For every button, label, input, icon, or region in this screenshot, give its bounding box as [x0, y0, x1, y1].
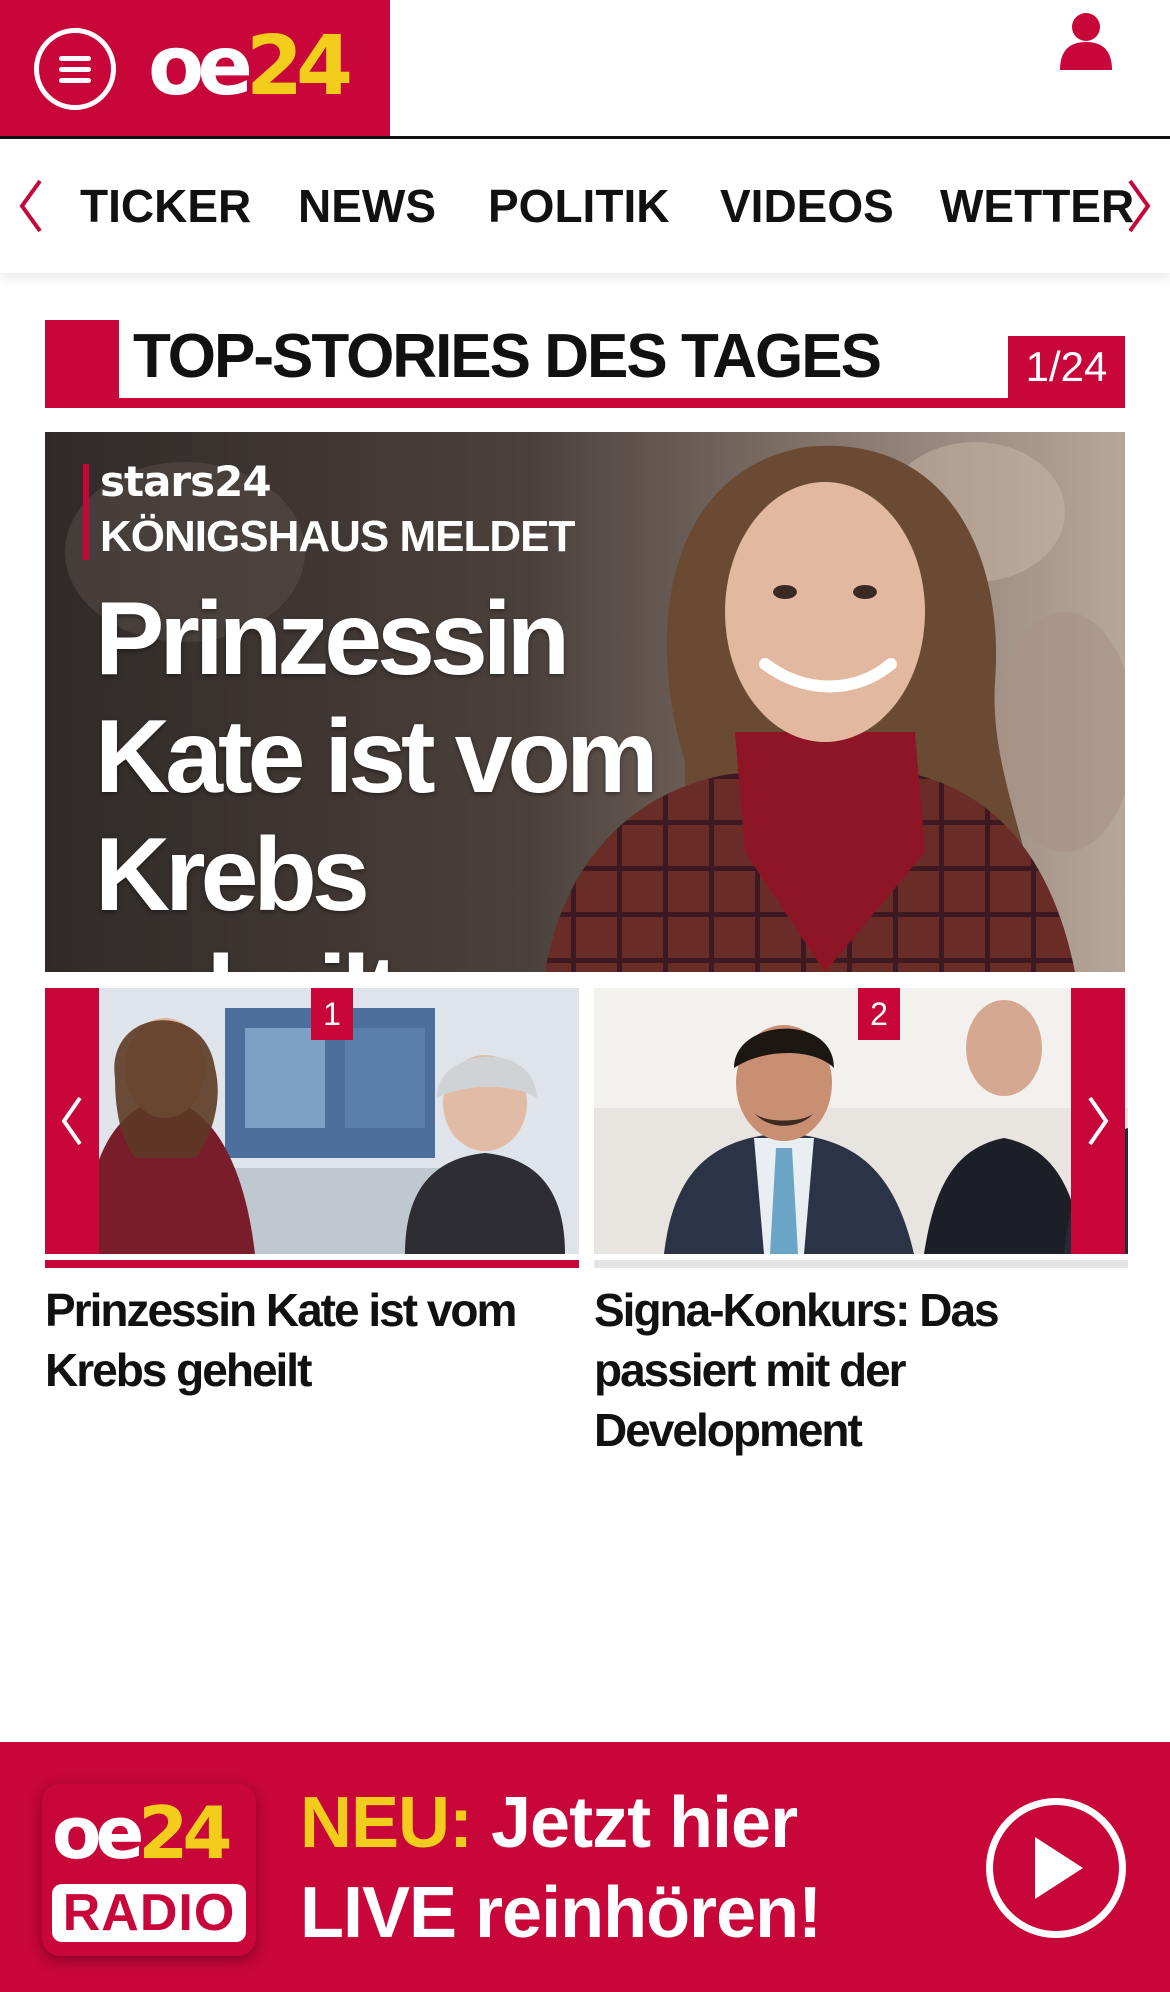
site-header: oe24 [0, 0, 1170, 139]
brand-block: oe24 [0, 0, 390, 136]
section-title: TOP-STORIES DES TAGES [133, 322, 882, 391]
radio-logo[interactable]: oe24 RADIO [42, 1784, 256, 1956]
logo-oe: oe [148, 19, 253, 114]
section-marker [45, 320, 119, 408]
chevron-right-icon [1088, 1096, 1109, 1146]
nav-item-politik[interactable]: POLITIK [488, 179, 669, 233]
story-card[interactable]: 2 Signa-Konkurs: Das passiert mit der De… [594, 988, 1128, 1460]
chevron-right-icon[interactable] [1124, 177, 1154, 235]
story-thumbnail[interactable]: 2 [594, 988, 1128, 1254]
story-number: 2 [858, 988, 900, 1040]
radio-line1: Jetzt hier [491, 1783, 798, 1863]
radio-promo-line1: NEU: Jetzt hier [300, 1778, 821, 1868]
radio-logo-24: 24 [138, 1791, 232, 1875]
play-icon[interactable] [986, 1798, 1126, 1938]
hamburger-menu-icon[interactable] [34, 28, 116, 110]
radio-logo-oe: oe [52, 1791, 144, 1875]
active-indicator [45, 1260, 579, 1268]
radio-neu-label: NEU: [300, 1783, 473, 1863]
chevron-left-icon [61, 1096, 82, 1146]
radio-logo-label: RADIO [52, 1884, 246, 1942]
story-number: 1 [311, 988, 353, 1040]
hero-story[interactable]: stars24 KÖNIGSHAUS MELDET Prinzessin Kat… [45, 432, 1125, 972]
hero-headline[interactable]: Prinzessin Kate ist vom Krebs geheilt [95, 580, 658, 972]
nav-item-wetter[interactable]: WETTER [940, 179, 1134, 233]
carousel-prev-button[interactable] [45, 988, 99, 1254]
hero-kicker: KÖNIGSHAUS MELDET [100, 512, 575, 561]
story-thumbnail[interactable]: 1 [45, 988, 579, 1254]
radio-promo-text[interactable]: NEU: Jetzt hier LIVE reinhören! [300, 1778, 822, 1958]
hero-brand: stars24 [100, 457, 272, 506]
category-nav: TICKER NEWS POLITIK VIDEOS WETTER [0, 139, 1170, 273]
carousel-next-button[interactable] [1071, 988, 1125, 1254]
story-title[interactable]: Signa-Konkurs: Das passiert mit der Deve… [594, 1280, 1128, 1460]
radio-line2: LIVE reinhören! [300, 1873, 822, 1953]
site-logo[interactable]: oe24 [148, 19, 353, 114]
user-icon[interactable] [1060, 12, 1112, 70]
logo-24: 24 [245, 19, 353, 114]
nav-item-videos[interactable]: VIDEOS [720, 179, 894, 233]
radio-logo-wordmark: oe24 [52, 1791, 233, 1875]
radio-banner[interactable]: oe24 RADIO NEU: Jetzt hier LIVE reinhöre… [0, 1742, 1170, 1992]
kicker-bar [83, 464, 89, 560]
section-header: TOP-STORIES DES TAGES 1/24 [45, 320, 1125, 408]
chevron-left-icon[interactable] [16, 177, 46, 235]
inactive-indicator [594, 1260, 1128, 1268]
slide-counter: 1/24 [1008, 336, 1125, 398]
section-underline [45, 398, 1125, 408]
story-card[interactable]: 1 Prinzessin Kate ist vom Krebs geheilt [45, 988, 579, 1400]
story-title[interactable]: Prinzessin Kate ist vom Krebs geheilt [45, 1280, 579, 1400]
nav-item-ticker[interactable]: TICKER [80, 179, 251, 233]
nav-item-news[interactable]: NEWS [298, 179, 436, 233]
